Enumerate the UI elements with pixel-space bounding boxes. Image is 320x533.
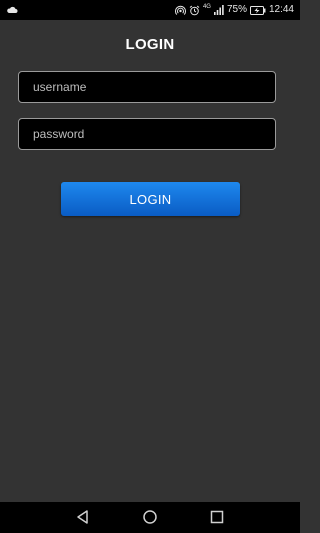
signal-icon: [213, 5, 224, 15]
password-field[interactable]: [18, 118, 276, 150]
clock: 12:44: [268, 4, 294, 15]
battery-charging-icon: [249, 5, 266, 15]
battery-percent: 75%: [226, 4, 247, 15]
login-button[interactable]: LOGIN: [61, 182, 240, 216]
back-icon[interactable]: [75, 509, 91, 525]
login-screen: 4G 75% 12:44 LOGIN username LOGIN: [0, 0, 300, 533]
alarm-icon: [189, 5, 200, 16]
username-field[interactable]: [18, 71, 276, 103]
navigation-bar: [0, 502, 300, 533]
network-type-label: 4G: [202, 4, 211, 10]
hotspot-icon: [174, 5, 186, 16]
home-icon[interactable]: [142, 509, 158, 525]
page-title: LOGIN: [125, 36, 175, 53]
status-bar: 4G 75% 12:44: [0, 0, 300, 20]
cloud-icon: [6, 4, 18, 16]
recents-icon[interactable]: [209, 509, 225, 525]
status-icons: 4G 75% 12:44: [174, 0, 294, 20]
